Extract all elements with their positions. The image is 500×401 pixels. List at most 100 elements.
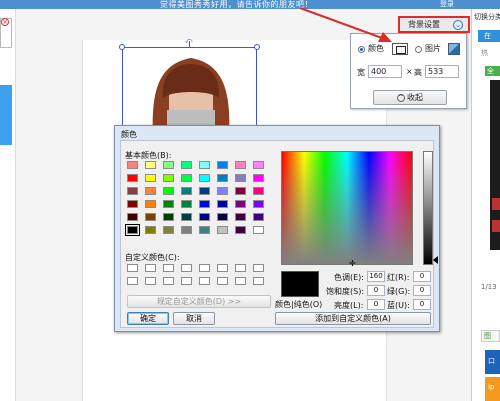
basic-color-swatch[interactable]	[253, 200, 264, 208]
ok-button[interactable]: 确定	[127, 312, 169, 325]
custom-color-swatch[interactable]	[217, 264, 228, 272]
basic-color-swatch[interactable]	[145, 161, 156, 169]
basic-color-swatch[interactable]	[163, 226, 174, 234]
basic-color-swatch[interactable]	[163, 200, 174, 208]
image-icon[interactable]	[448, 43, 460, 55]
picture-radio[interactable]	[415, 46, 422, 53]
color-radio[interactable]	[358, 46, 365, 53]
photo-layer[interactable]	[122, 47, 257, 137]
custom-color-swatch[interactable]	[217, 277, 228, 285]
switch-category-label[interactable]: 切换分类	[474, 12, 500, 22]
filter-all-badge[interactable]: 全部	[485, 66, 500, 85]
basic-color-swatch[interactable]	[235, 161, 246, 169]
basic-color-swatch[interactable]	[181, 187, 192, 195]
basic-color-swatch[interactable]	[217, 174, 228, 182]
basic-color-swatch[interactable]	[181, 213, 192, 221]
side-ad-blue[interactable]: 口	[485, 350, 500, 374]
basic-color-swatch[interactable]	[253, 226, 264, 234]
basic-color-swatch[interactable]	[163, 174, 174, 182]
basic-color-swatch[interactable]	[217, 200, 228, 208]
red-input[interactable]: 0	[413, 271, 431, 282]
background-settings-button[interactable]: 背景设置 ⌄	[398, 16, 470, 33]
basic-color-swatch[interactable]	[163, 187, 174, 195]
custom-color-swatch[interactable]	[145, 264, 156, 272]
basic-color-swatch[interactable]	[181, 200, 192, 208]
basic-color-swatch[interactable]	[127, 187, 138, 195]
custom-color-swatch[interactable]	[199, 277, 210, 285]
custom-color-swatch[interactable]	[163, 264, 174, 272]
custom-color-swatch[interactable]	[181, 277, 192, 285]
thumbnail-item-selected[interactable]	[0, 85, 12, 145]
cancel-button[interactable]: 取消	[173, 312, 215, 325]
basic-color-swatch[interactable]	[253, 213, 264, 221]
basic-color-swatch[interactable]	[127, 161, 138, 169]
basic-color-swatch[interactable]	[217, 226, 228, 234]
custom-color-swatch[interactable]	[235, 277, 246, 285]
sat-input[interactable]: 0	[367, 285, 385, 296]
basic-color-swatch[interactable]	[235, 187, 246, 195]
custom-color-swatch[interactable]	[163, 277, 174, 285]
basic-color-swatch[interactable]	[127, 174, 138, 182]
basic-color-swatch[interactable]	[235, 213, 246, 221]
basic-color-swatch[interactable]	[217, 187, 228, 195]
basic-color-swatch[interactable]	[163, 213, 174, 221]
banner-login-link[interactable]: 登录	[440, 0, 454, 9]
green-input[interactable]: 0	[413, 285, 431, 296]
basic-color-swatch[interactable]	[145, 174, 156, 182]
custom-color-swatch[interactable]	[127, 264, 138, 272]
basic-color-swatch[interactable]	[145, 200, 156, 208]
luminance-pointer-icon[interactable]	[433, 256, 438, 264]
collapse-button[interactable]: ^ 收起	[373, 90, 447, 105]
basic-color-swatch[interactable]	[253, 174, 264, 182]
basic-color-swatch[interactable]	[235, 174, 246, 182]
basic-color-swatch[interactable]	[181, 174, 192, 182]
basic-color-swatch[interactable]	[125, 224, 140, 236]
basic-color-swatch[interactable]	[253, 187, 264, 195]
basic-color-swatch[interactable]	[181, 161, 192, 169]
custom-color-swatch[interactable]	[253, 277, 264, 285]
luminance-slider[interactable]	[423, 151, 433, 265]
basic-color-swatch[interactable]	[145, 213, 156, 221]
custom-color-swatch[interactable]	[181, 264, 192, 272]
custom-color-swatch[interactable]	[145, 277, 156, 285]
close-icon[interactable]: ×	[1, 18, 9, 26]
basic-color-swatch[interactable]	[235, 200, 246, 208]
basic-color-swatch[interactable]	[199, 213, 210, 221]
basic-color-swatch[interactable]	[181, 226, 192, 234]
tab-online[interactable]: 在	[478, 30, 500, 42]
custom-color-swatch[interactable]	[253, 264, 264, 272]
basic-color-swatch[interactable]	[199, 200, 210, 208]
basic-color-swatch[interactable]	[217, 161, 228, 169]
basic-color-swatch[interactable]	[253, 161, 264, 169]
basic-color-swatch[interactable]	[145, 187, 156, 195]
side-ad-orange[interactable]: ip	[485, 377, 500, 401]
add-custom-color-button[interactable]: 添加到自定义颜色(A)	[275, 312, 431, 325]
basic-color-swatch[interactable]	[235, 226, 246, 234]
resize-handle-nw[interactable]	[119, 44, 125, 50]
basic-color-swatch[interactable]	[199, 161, 210, 169]
blue-input[interactable]: 0	[413, 299, 431, 310]
basic-color-swatch[interactable]	[217, 213, 228, 221]
basic-color-swatch[interactable]	[127, 200, 138, 208]
resize-handle-ne[interactable]	[254, 44, 260, 50]
custom-color-swatch[interactable]	[235, 264, 246, 272]
side-button[interactable]: 图	[481, 330, 500, 342]
rotate-handle-icon[interactable]: ⤺	[185, 37, 192, 46]
basic-color-swatch[interactable]	[199, 174, 210, 182]
width-input[interactable]: 400	[368, 65, 402, 78]
tab-hot[interactable]: 热	[481, 48, 488, 58]
basic-color-swatch[interactable]	[163, 161, 174, 169]
color-spectrum[interactable]	[281, 151, 413, 265]
custom-color-swatch[interactable]	[127, 277, 138, 285]
custom-color-swatch[interactable]	[199, 264, 210, 272]
basic-color-swatch[interactable]	[127, 213, 138, 221]
material-thumbnail-list[interactable]	[490, 80, 500, 250]
basic-color-swatch[interactable]	[199, 187, 210, 195]
background-color-swatch[interactable]	[392, 43, 408, 55]
hue-input[interactable]: 160	[367, 271, 385, 282]
define-custom-colors-button[interactable]: 规定自定义颜色(D) >>	[127, 295, 271, 308]
lum-input[interactable]: 0	[367, 299, 385, 310]
basic-color-swatch[interactable]	[199, 226, 210, 234]
height-input[interactable]: 533	[425, 65, 459, 78]
basic-color-swatch[interactable]	[145, 226, 156, 234]
